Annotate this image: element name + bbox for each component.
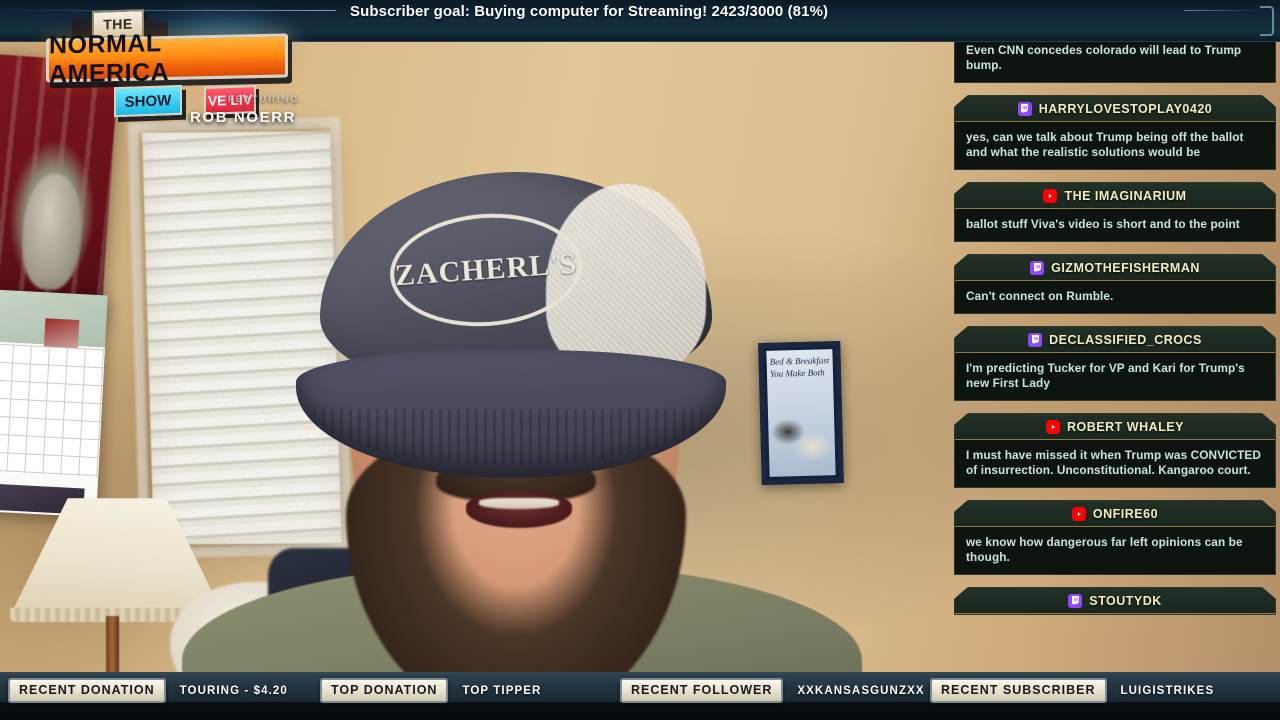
twitch-icon [1028, 333, 1042, 347]
chat-message-header: HARRYLOVESTOPLAY0420 [955, 96, 1275, 122]
chat-message: HARRYLOVESTOPLAY0420 yes, can we talk abo… [954, 95, 1276, 170]
chat-message-text: ballot stuff Viva's video is short and t… [955, 209, 1275, 241]
chat-overlay[interactable]: STOUTYDK Even CNN concedes colorado will … [944, 0, 1280, 690]
featuring-label: FEATURING [228, 94, 300, 104]
chat-message: STOUTYDK [954, 587, 1276, 615]
chat-username: GIZMOTHEFISHERMAN [1051, 260, 1200, 275]
twitch-icon [1068, 594, 1082, 608]
ticker-label: RECENT SUBSCRIBER [930, 678, 1107, 703]
chat-message: GIZMOTHEFISHERMAN Can't connect on Rumble… [954, 254, 1276, 314]
host-name: ROB NOERR [190, 109, 297, 126]
ticker-label: RECENT FOLLOWER [620, 678, 784, 703]
chat-username: THE IMAGINARIUM [1064, 188, 1187, 203]
lamp-pole [106, 616, 119, 676]
logo-show-tag: SHOW [114, 84, 182, 118]
ticker-item: RECENT FOLLOWER XXKANSASGUNZXX [620, 678, 925, 703]
chat-message-text: Even CNN concedes colorado will lead to … [955, 35, 1275, 82]
wall-calendar [0, 288, 108, 518]
chat-message-text: we know how dangerous far left opinions … [955, 527, 1275, 574]
streamer-person: ZACHERL'S [182, 84, 862, 676]
chat-message-header: DECLASSIFIED_CROCS [955, 327, 1275, 353]
chat-username: HARRYLOVESTOPLAY0420 [1038, 101, 1213, 116]
chat-username: ONFIRE60 [1092, 506, 1159, 521]
youtube-icon [1046, 420, 1060, 434]
ticker-item: TOP DONATION TOP TIPPER [320, 678, 541, 703]
show-logo: THE NORMAL AMERICA SHOW VE LIV FEATURING… [36, 6, 336, 128]
chat-username: DECLASSIFIED_CROCS [1049, 332, 1202, 347]
chat-message: THE IMAGINARIUM ballot stuff Viva's video… [954, 182, 1276, 242]
chat-message-header: ONFIRE60 [955, 501, 1275, 527]
baseball-cap: ZACHERL'S [284, 172, 744, 478]
subscriber-goal-text: Subscriber goal: Buying computer for Str… [350, 3, 829, 20]
stream-overlay-screen: Bed & Breakfast You Make Both ZACHERL'S [0, 0, 1280, 720]
youtube-icon [1043, 189, 1057, 203]
ticker-value: TOP TIPPER [462, 684, 542, 697]
ticker-value: TOURING - $4.20 [179, 684, 288, 697]
ticker-label: TOP DONATION [320, 678, 449, 703]
ticker-item: RECENT SUBSCRIBER LUIGISTRIKES [930, 678, 1214, 703]
ticker-value: LUIGISTRIKES [1120, 684, 1215, 697]
chat-message-header: THE IMAGINARIUM [955, 183, 1275, 209]
ticker-value: XXKANSASGUNZXX [797, 684, 925, 697]
chat-message-header: ROBERT WHALEY [955, 414, 1275, 440]
chat-message: ROBERT WHALEY I must have missed it when … [954, 413, 1276, 488]
chat-message-header: GIZMOTHEFISHERMAN [955, 255, 1275, 281]
chat-username: ROBERT WHALEY [1067, 419, 1184, 434]
mouth [466, 492, 572, 528]
chat-message-text: Can't connect on Rumble. [955, 281, 1275, 313]
logo-title-bar: NORMAL AMERICA [46, 29, 288, 88]
twitch-icon [1018, 102, 1032, 116]
ticker-items: RECENT DONATION TOURING - $4.20 TOP DONATI… [0, 674, 1280, 707]
chat-message: DECLASSIFIED_CROCS I'm predicting Tucker … [954, 326, 1276, 401]
bracket-icon [1260, 6, 1274, 36]
logo-title-text: NORMAL AMERICA [49, 29, 170, 89]
chat-message-text: yes, can we talk about Trump being off t… [955, 122, 1275, 169]
youtube-icon [1072, 507, 1086, 521]
twitch-icon [1030, 261, 1044, 275]
chat-message-text: I'm predicting Tucker for VP and Kari fo… [955, 353, 1275, 400]
chat-message: ONFIRE60 we know how dangerous far left o… [954, 500, 1276, 575]
chat-message-text: I must have missed it when Trump was CON… [955, 440, 1275, 487]
chat-message-header: STOUTYDK [955, 588, 1275, 614]
bottom-ticker-bar: RECENT DONATION TOURING - $4.20 TOP DONATI… [0, 672, 1280, 720]
chat-username: STOUTYDK [1089, 593, 1162, 608]
ticker-item: RECENT DONATION TOURING - $4.20 [8, 678, 288, 703]
ticker-label: RECENT DONATION [8, 678, 166, 703]
